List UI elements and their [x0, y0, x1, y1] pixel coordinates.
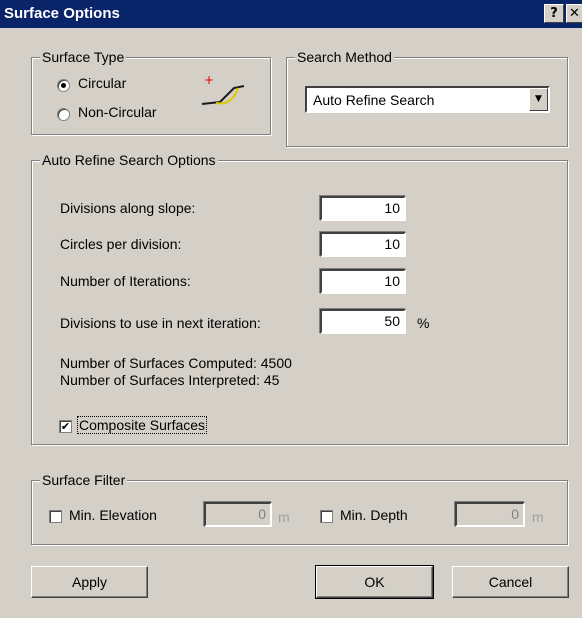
divisions-next-iteration-input[interactable]: 50 — [320, 309, 406, 334]
min-depth-unit: m — [532, 509, 544, 525]
divisions-next-iteration-label: Divisions to use in next iteration: — [60, 315, 261, 331]
surfaces-computed-text: Number of Surfaces Computed: 4500 — [60, 355, 292, 371]
number-of-iterations-label: Number of Iterations: — [60, 273, 191, 289]
search-method-select[interactable]: Auto Refine Search ▼ — [305, 86, 550, 113]
search-method-legend: Search Method — [295, 49, 394, 65]
divisions-along-slope-input[interactable]: 10 — [320, 196, 406, 221]
surface-filter-legend: Surface Filter — [40, 472, 128, 488]
surfaces-interpreted-text: Number of Surfaces Interpreted: 45 — [60, 372, 280, 388]
circular-label[interactable]: Circular — [78, 75, 126, 91]
search-method-value: Auto Refine Search — [313, 92, 435, 108]
min-elevation-label[interactable]: Min. Elevation — [69, 507, 157, 523]
circles-per-division-input[interactable]: 10 — [320, 232, 406, 257]
surface-options-dialog: Surface Options ? ✕ Surface Type Circula… — [0, 0, 582, 618]
dropdown-arrow-icon[interactable]: ▼ — [529, 88, 548, 111]
surface-type-legend: Surface Type — [40, 49, 127, 65]
min-depth-input[interactable]: 0 — [455, 502, 525, 527]
close-button[interactable]: ✕ — [566, 4, 582, 23]
min-depth-label[interactable]: Min. Depth — [340, 507, 408, 523]
composite-surfaces-label[interactable]: Composite Surfaces — [76, 416, 208, 434]
title-bar[interactable]: Surface Options ? ✕ — [0, 0, 582, 28]
circular-slope-icon: + — [201, 73, 245, 105]
circular-radio[interactable] — [57, 79, 70, 92]
apply-button[interactable]: Apply — [31, 566, 148, 598]
min-elevation-input[interactable]: 0 — [204, 502, 272, 527]
min-elevation-checkbox[interactable] — [49, 510, 62, 523]
composite-surfaces-checkbox[interactable]: ✔ — [59, 420, 72, 433]
min-elevation-unit: m — [278, 509, 290, 525]
slip-center-icon: + — [204, 73, 214, 87]
divisions-along-slope-label: Divisions along slope: — [60, 200, 196, 216]
circles-per-division-label: Circles per division: — [60, 236, 182, 252]
non-circular-radio[interactable] — [57, 108, 70, 121]
percent-unit: % — [417, 315, 430, 331]
ok-button[interactable]: OK — [315, 565, 434, 599]
number-of-iterations-input[interactable]: 10 — [320, 269, 406, 294]
cancel-button[interactable]: Cancel — [452, 566, 569, 598]
min-depth-checkbox[interactable] — [320, 510, 333, 523]
help-button[interactable]: ? — [544, 4, 564, 23]
window-title: Surface Options — [4, 5, 120, 22]
non-circular-label[interactable]: Non-Circular — [78, 104, 157, 120]
auto-refine-options-legend: Auto Refine Search Options — [40, 152, 218, 168]
